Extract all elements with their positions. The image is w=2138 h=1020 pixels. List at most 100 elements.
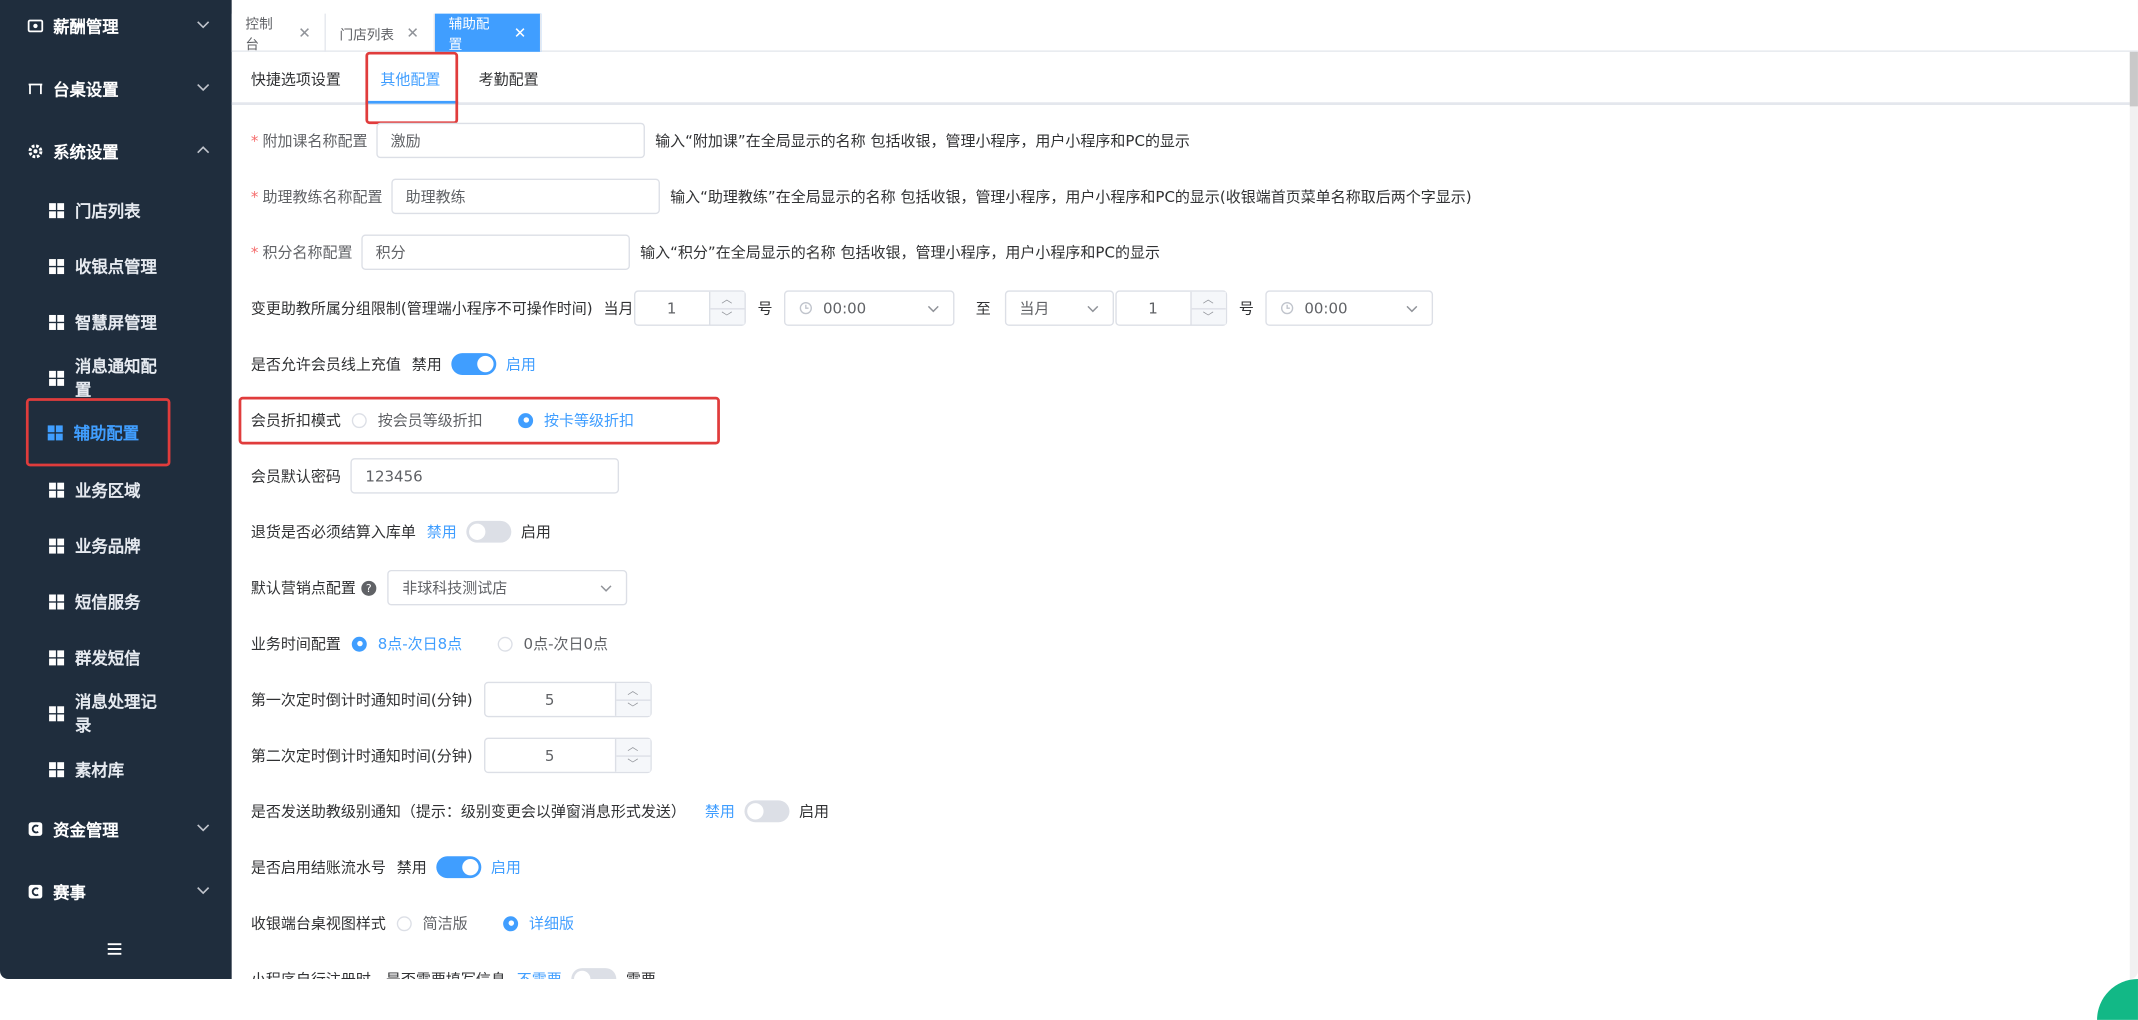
- radio-label: 按卡等级折扣: [544, 411, 635, 430]
- sidebar-item-label: 群发短信: [74, 648, 141, 668]
- radio-card-level[interactable]: 按卡等级折扣: [518, 409, 634, 431]
- scrollbar-thumb[interactable]: [2129, 51, 2138, 107]
- close-icon[interactable]: ✕: [406, 24, 419, 42]
- radio-label: 8点-次日8点: [377, 635, 463, 654]
- sidebar-item-business-area[interactable]: 业务区域: [27, 462, 169, 517]
- field-label: 小程序自行注册时，是否需要填写信息: [251, 968, 506, 979]
- decrement-icon[interactable]: ﹀: [616, 756, 650, 772]
- field-label: 是否允许会员线上充值: [250, 355, 401, 374]
- switch-on-label: 需要: [626, 968, 656, 979]
- radio-simple[interactable]: 简洁版: [396, 912, 468, 934]
- sidebar-item-label: 智慧屏管理: [74, 312, 157, 333]
- field-hint: 输入“附加课”在全局显示的名称 包括收银，管理小程序，用户小程序和PC的显示: [655, 132, 1190, 150]
- radio-label: 详细版: [529, 914, 575, 933]
- sidebar-item-message-log[interactable]: 消息处理记录: [27, 686, 169, 741]
- sidebar-item-material-library[interactable]: 素材库: [27, 742, 169, 797]
- points-name-input[interactable]: 积分: [360, 234, 630, 270]
- addon-name-input[interactable]: 激励: [375, 122, 645, 159]
- radio-label: 简洁版: [422, 914, 468, 933]
- form-row-second-notice: 第二次定时倒计时通知时间(分钟) 5 ︿ ﹀: [251, 737, 652, 774]
- sub-tabs: 快捷选项设置 其他配置 考勤配置: [231, 52, 2138, 105]
- sidebar-item-aux-config[interactable]: 辅助配置: [25, 398, 171, 467]
- default-password-input[interactable]: 123456: [350, 458, 620, 494]
- radio-label: 0点-次日0点: [523, 635, 609, 654]
- help-icon[interactable]: ?: [361, 580, 377, 596]
- field-hint: 输入“助理教练”在全局显示的名称 包括收银，管理小程序，用户小程序和PC的显示(…: [670, 188, 1472, 206]
- close-icon[interactable]: ✕: [298, 24, 311, 42]
- mini-register-switch[interactable]: [571, 968, 617, 979]
- close-icon[interactable]: ✕: [514, 24, 527, 42]
- tab-aux-config[interactable]: 辅助配置 ✕: [434, 13, 542, 53]
- sidebar-item-cashier[interactable]: 收银点管理: [27, 239, 169, 294]
- increment-icon[interactable]: ︿: [1191, 292, 1226, 309]
- month-value: 当月: [1019, 299, 1050, 318]
- time-picker-2[interactable]: 00:00: [1264, 290, 1433, 326]
- subtab-attendance[interactable]: 考勤配置: [479, 68, 539, 90]
- increment-icon[interactable]: ︿: [615, 683, 650, 701]
- radio-member-level[interactable]: 按会员等级折扣: [351, 409, 483, 431]
- increment-icon[interactable]: ︿: [709, 292, 744, 309]
- online-recharge-switch[interactable]: [451, 353, 497, 375]
- month-select[interactable]: 当月: [1004, 290, 1114, 326]
- level-notice-switch[interactable]: [744, 800, 790, 823]
- field-label: 助理教练名称配置: [262, 188, 383, 206]
- radio-0-to-0[interactable]: 0点-次日0点: [497, 633, 609, 655]
- form-row-addon: * 附加课名称配置 激励 输入“附加课”在全局显示的名称 包括收银，管理小程序，用…: [251, 122, 1190, 159]
- decrement-icon[interactable]: ﹀: [616, 700, 650, 716]
- tab-console[interactable]: 控制台 ✕: [232, 13, 326, 54]
- sidebar-item-message-config[interactable]: 消息通知配置: [27, 350, 169, 405]
- sidebar-item-business-brand[interactable]: 业务品牌: [27, 518, 169, 573]
- form-row-group-change: 变更助教所属分组限制(管理端小程序不可操作时间) 当月 1 ︿ ﹀ 号 00:00…: [251, 290, 1433, 326]
- sidebar-item-bulk-sms[interactable]: 群发短信: [27, 630, 169, 685]
- sidebar-group-label: 系统设置: [53, 142, 119, 162]
- stepper-value: 1: [666, 299, 677, 318]
- form-row-return-settle: 退货是否必须结算入库单 禁用 启用: [251, 514, 551, 549]
- required-mark: *: [250, 187, 259, 206]
- sidebar-group-salary[interactable]: 薪酬管理: [0, 1, 232, 50]
- chevron-down-icon: [1086, 305, 1098, 313]
- sidebar-item-smart-screen[interactable]: 智慧屏管理: [27, 295, 169, 350]
- assistant-name-input[interactable]: 助理教练: [390, 178, 660, 215]
- sidebar-group-system[interactable]: 系统设置: [0, 127, 232, 176]
- chevron-down-icon: [927, 305, 939, 313]
- grid-icon: [49, 537, 65, 553]
- day-stepper-1[interactable]: 1 ︿ ﹀: [633, 290, 746, 326]
- tab-label: 控制台: [245, 17, 273, 54]
- grid-icon: [49, 593, 65, 609]
- time-picker-1[interactable]: 00:00: [783, 290, 954, 326]
- chevron-down-icon: [1405, 305, 1417, 313]
- second-notice-stepper[interactable]: 5 ︿ ﹀: [483, 737, 652, 774]
- sidebar-group-events[interactable]: 赛事: [0, 867, 232, 916]
- settle-serial-switch[interactable]: [436, 856, 482, 879]
- decrement-icon[interactable]: ﹀: [710, 309, 744, 325]
- day-stepper-2[interactable]: 1 ︿ ﹀: [1114, 290, 1227, 326]
- first-notice-stepper[interactable]: 5 ︿ ﹀: [483, 681, 652, 718]
- sidebar-group-label: 薪酬管理: [53, 17, 119, 37]
- sidebar-group-funds[interactable]: 资金管理: [0, 804, 232, 853]
- range-separator: 至: [975, 299, 991, 318]
- radio-8-to-8[interactable]: 8点-次日8点: [351, 633, 463, 655]
- return-settle-switch[interactable]: [466, 520, 512, 543]
- sidebar: 薪酬管理 台桌设置 系统设置 门店列表 收银点管理 智慧屏管理 消息通知配置 辅…: [0, 0, 232, 979]
- default-shop-select[interactable]: 非球科技测试店: [387, 569, 628, 606]
- field-label: 第一次定时倒计时通知时间(分钟): [250, 691, 473, 710]
- chevron-down-icon: [197, 824, 210, 832]
- grid-icon: [49, 202, 65, 218]
- increment-icon[interactable]: ︿: [615, 739, 650, 757]
- sidebar-item-sms-service[interactable]: 短信服务: [27, 574, 169, 629]
- tabs-bar: 控制台 ✕ 门店列表 ✕ 辅助配置 ✕: [231, 13, 2138, 54]
- corner-widget[interactable]: [2097, 978, 2138, 1020]
- sidebar-item-store-list[interactable]: 门店列表: [27, 183, 169, 238]
- hamburger-icon[interactable]: [106, 942, 122, 956]
- decrement-icon[interactable]: ﹀: [1191, 309, 1225, 325]
- radio-detailed[interactable]: 详细版: [503, 912, 574, 934]
- subtab-quick-options[interactable]: 快捷选项设置: [251, 68, 341, 90]
- chevron-down-icon: [600, 585, 612, 592]
- main-content: 控制台 ✕ 门店列表 ✕ 辅助配置 ✕ 快捷选项设置 其他配置 考勤配置 * 附加课名称…: [231, 0, 2138, 979]
- sidebar-group-table[interactable]: 台桌设置: [0, 64, 232, 113]
- grid-icon: [49, 370, 65, 386]
- scrollbar[interactable]: [2129, 51, 2138, 979]
- tab-store-list[interactable]: 门店列表 ✕: [326, 13, 435, 52]
- grid-icon: [49, 258, 65, 274]
- field-label: 退货是否必须结算入库单: [250, 523, 416, 542]
